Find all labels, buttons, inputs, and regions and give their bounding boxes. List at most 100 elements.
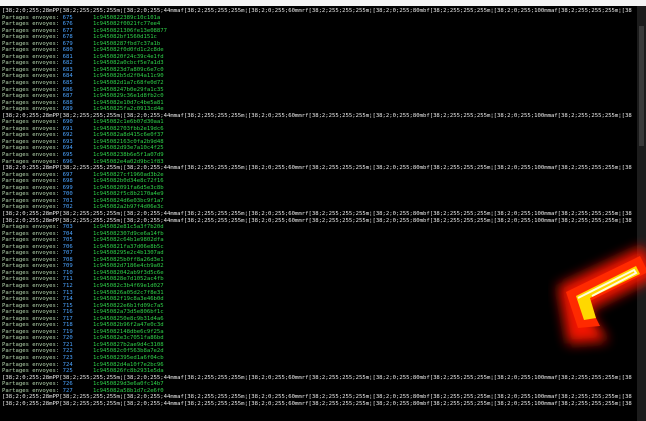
window-top-bar (0, 0, 646, 6)
log-prefix: Partages envoyes: (2, 243, 63, 250)
log-prefix: Partages envoyes: (2, 309, 63, 316)
log-prefix: Partages envoyes: (2, 276, 63, 283)
log-prefix: Partages envoyes: (2, 197, 63, 204)
log-hash: 1c9450827b2ae9d4c3108 (92, 341, 164, 348)
log-prefix: Partages envoyes: (2, 296, 63, 303)
log-number: 691 (62, 125, 93, 132)
log-prefix: Partages envoyes: (2, 184, 63, 191)
log-hash: 1c945082f19c8a3e46b0d (92, 296, 164, 303)
log-number: 723 (62, 354, 93, 361)
log-number: 717 (62, 315, 93, 322)
log-hash: 1c945082a2b97f4d06e3c (92, 204, 164, 211)
escape-text: [38;2;0;255;28mPP[38;2;255;255;255m¦[38;… (2, 112, 632, 119)
log-number: 679 (62, 40, 93, 47)
log-hash: 1c9450826fc8b2931e5da (92, 368, 164, 375)
log-number: 709 (62, 263, 93, 270)
log-number: 720 (62, 335, 93, 342)
log-prefix: Partages envoyes: (2, 178, 63, 185)
scrollbar-thumb[interactable] (639, 26, 644, 146)
log-number: 695 (62, 152, 93, 159)
log-prefix: Partages envoyes: (2, 191, 63, 198)
log-hash: 1c9450821fa37d06e8b5c (92, 243, 164, 250)
log-prefix: Partages envoyes: (2, 354, 63, 361)
log-number: 724 (62, 361, 93, 368)
log-number: 700 (62, 191, 93, 198)
log-number: 703 (62, 224, 93, 231)
log-hash: 1c945082bf1560d151c (92, 34, 157, 41)
log-prefix: Partages envoyes: (2, 269, 63, 276)
log-hash: 1c94508238b6e5f1a07d9 (92, 152, 164, 159)
log-hash: 1c945082a58b1d7c2e6f0 (92, 387, 164, 394)
log-number: 697 (62, 171, 93, 178)
escape-text: [38;2;0;255;28mPP[38;2;255;255;255m¦[38;… (2, 374, 632, 381)
log-hash: 1c945082703fbb2e19dc6 (92, 125, 164, 132)
log-number: 688 (62, 99, 93, 106)
log-prefix: Partages envoyes: (2, 237, 63, 244)
log-number: 710 (62, 269, 93, 276)
log-prefix: Partages envoyes: (2, 40, 63, 47)
log-prefix: Partages envoyes: (2, 204, 63, 211)
log-number: 689 (62, 106, 93, 113)
log-number: 686 (62, 86, 93, 93)
log-hash: 1c945082c1e6b07d30aa1 (92, 119, 164, 126)
log-number: 692 (62, 132, 93, 139)
log-hash: 1c945082e10d7c4be5a81 (92, 99, 164, 106)
log-hash: 1c945082a8d415c6e0f37 (92, 132, 164, 139)
log-prefix: Partages envoyes: (2, 125, 63, 132)
escape-text: [38;2;0;255;28mPP[38;2;255;255;255m¦[38;… (2, 400, 632, 407)
log-hash: 1c9450824d6e03bc9f1a7 (92, 197, 164, 204)
log-prefix: Partages envoyes: (2, 158, 63, 165)
log-prefix: Partages envoyes: (2, 381, 63, 388)
log-hash: 1c945082a0cbcf5e7a1d3 (92, 60, 164, 67)
log-hash: 1c9450823d7a809c6e7c0 (92, 66, 164, 73)
log-prefix: Partages envoyes: (2, 256, 63, 263)
log-number: 684 (62, 73, 93, 80)
log-prefix: Partages envoyes: (2, 93, 63, 100)
log-number: 693 (62, 138, 93, 145)
log-hash: 1c94508247b0e29fa1c35 (92, 86, 164, 93)
log-prefix: Partages envoyes: (2, 119, 63, 126)
log-prefix: Partages envoyes: (2, 387, 63, 394)
log-prefix: Partages envoyes: (2, 145, 63, 152)
log-prefix: Partages envoyes: (2, 99, 63, 106)
log-hash: 1c945082091fa6d5e3c8b (92, 184, 164, 191)
terminal-scrollbar[interactable] (637, 6, 646, 421)
log-number: 705 (62, 237, 93, 244)
log-hash: 1c94508250e8c9b31d4a6 (92, 315, 164, 322)
log-hash: 1c9450826a05d2c7f8e31 (92, 289, 164, 296)
log-hash: 1c9450825b0ff8a26d3e1 (92, 256, 164, 263)
log-prefix: Partages envoyes: (2, 322, 63, 329)
log-prefix: Partages envoyes: (2, 53, 63, 60)
log-prefix: Partages envoyes: (2, 302, 63, 309)
log-prefix: Partages envoyes: (2, 328, 63, 335)
log-number: 678 (62, 34, 93, 41)
log-prefix: Partages envoyes: (2, 348, 63, 355)
log-hash: 1c945082042ab9f3d5c6e (92, 269, 164, 276)
log-hash: 1c945082163c0fa2b9d48 (92, 138, 164, 145)
log-hash: 1c945082307d9ce6a14fb (92, 230, 164, 237)
log-number: 722 (62, 348, 93, 355)
log-number: 687 (62, 93, 93, 100)
log-number: 696 (62, 158, 93, 165)
log-hash: 1c94508295e2c4b1307ad (92, 250, 164, 257)
log-prefix: Partages envoyes: (2, 34, 63, 41)
log-prefix: Partages envoyes: (2, 21, 63, 28)
log-prefix: Partages envoyes: (2, 341, 63, 348)
log-hash: 1c945082f0021fc77ee4 (92, 21, 161, 28)
log-number: 675 (62, 14, 93, 21)
log-hash: 1c9450828e7d1052ac4fb (92, 276, 164, 283)
log-prefix: Partages envoyes: (2, 250, 63, 257)
log-prefix: Partages envoyes: (2, 27, 63, 34)
log-hash: 1c945082d7186e4cb9a02 (92, 263, 164, 270)
log-hash: 1c945082e81c5a3f7b20d (92, 224, 164, 231)
log-number: 694 (62, 145, 93, 152)
log-hash: 1c945082c64b1e9802dfa (92, 237, 164, 244)
log-number: 681 (62, 53, 93, 60)
log-number: 701 (62, 197, 93, 204)
log-hash: 1c945082c3b4f69e1d027 (92, 282, 164, 289)
log-hash: 1c9450821306fe13e08877 (92, 27, 168, 34)
log-number: 712 (62, 282, 93, 289)
log-prefix: Partages envoyes: (2, 171, 63, 178)
log-number: 727 (62, 387, 93, 394)
log-hash: 1c945082e4a02d9bc1f83 (92, 158, 164, 165)
